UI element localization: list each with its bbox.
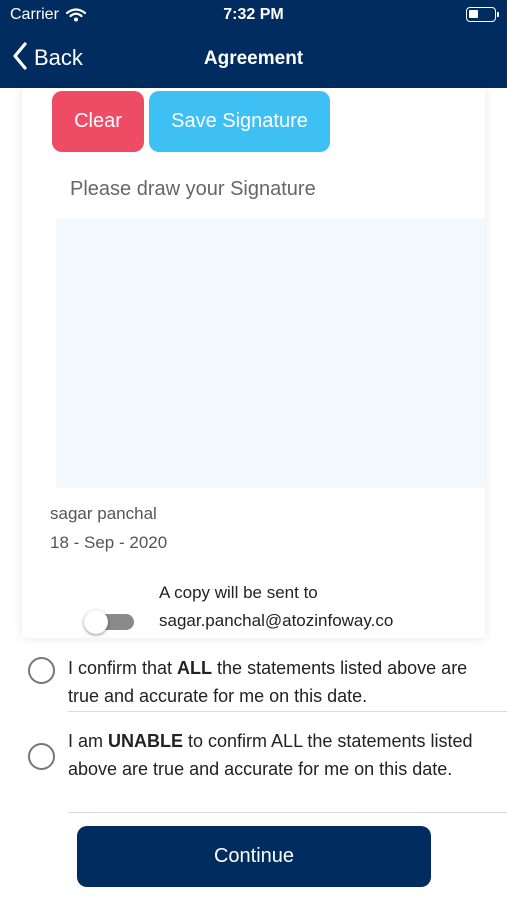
radio-button[interactable]	[28, 657, 55, 684]
option-label: I am UNABLE to confirm ALL the statement…	[68, 727, 488, 783]
email-copy-toggle[interactable]	[84, 610, 134, 634]
page-title: Agreement	[203, 48, 304, 69]
option-text: I confirm that	[68, 658, 178, 678]
option-emphasis: ALL	[177, 658, 213, 678]
confirm-all-option[interactable]: I confirm that ALL the statements listed…	[0, 652, 507, 712]
option-label: I confirm that ALL the statements listed…	[68, 654, 488, 710]
option-text: I am	[68, 731, 109, 751]
divider	[68, 812, 507, 813]
option-emphasis: UNABLE	[108, 731, 184, 751]
battery-icon	[466, 7, 496, 22]
continue-button[interactable]: Continue	[77, 826, 431, 887]
status-bar: Carrier 7:32 PM	[0, 0, 507, 30]
clock-time: 7:32 PM	[223, 6, 284, 23]
toggle-knob	[84, 610, 108, 634]
battery-tip	[497, 12, 499, 17]
divider	[68, 711, 507, 712]
copy-email-address: sagar.panchal@atozinfoway.co	[159, 611, 394, 630]
navigation-header: Carrier 7:32 PM Back Agreement	[0, 0, 507, 88]
copy-notice-text: A copy will be sent to	[159, 583, 318, 602]
radio-button[interactable]	[28, 743, 55, 770]
signature-hint: Please draw your Signature	[70, 178, 316, 200]
clear-button[interactable]: Clear	[52, 91, 144, 152]
unable-to-confirm-option[interactable]: I am UNABLE to confirm ALL the statement…	[0, 727, 507, 813]
save-signature-button[interactable]: Save Signature	[149, 91, 330, 152]
signer-name: sagar panchal	[50, 504, 157, 523]
signature-date: 18 - Sep - 2020	[50, 533, 168, 552]
signature-pad[interactable]	[56, 218, 485, 488]
